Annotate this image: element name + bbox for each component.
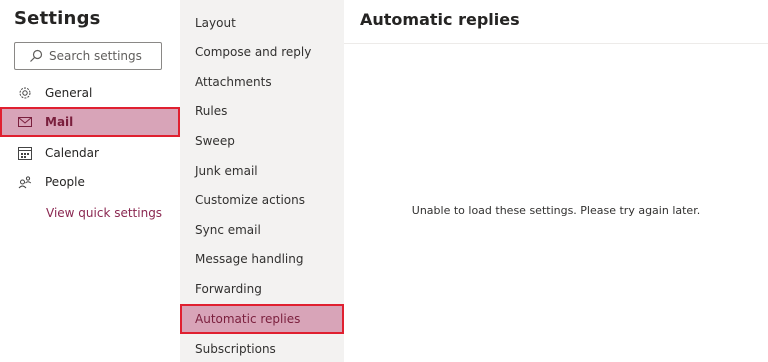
page-title: Automatic replies xyxy=(360,10,520,29)
nav-label-mail: Mail xyxy=(45,115,74,129)
nav-label-calendar: Calendar xyxy=(45,146,99,160)
menu-item-layout[interactable]: Layout xyxy=(180,8,344,38)
nav-item-calendar[interactable]: Calendar xyxy=(0,138,180,168)
menu-label: Customize actions xyxy=(195,193,305,207)
menu-item-customize-actions[interactable]: Customize actions xyxy=(180,185,344,215)
menu-label: Junk email xyxy=(195,164,258,178)
menu-label: Subscriptions xyxy=(195,342,276,356)
menu-label: Message handling xyxy=(195,252,304,266)
content-pane: Automatic replies Unable to load these s… xyxy=(344,0,768,362)
nav-label-general: General xyxy=(45,86,93,100)
menu-label: Attachments xyxy=(195,75,272,89)
menu-item-message-handling[interactable]: Message handling xyxy=(180,244,344,274)
menu-item-sweep[interactable]: Sweep xyxy=(180,126,344,156)
menu-label: Sync email xyxy=(195,223,261,237)
menu-label: Rules xyxy=(195,104,228,118)
nav-label-people: People xyxy=(45,175,85,189)
gear-icon xyxy=(17,85,33,101)
error-message: Unable to load these settings. Please tr… xyxy=(411,204,701,217)
nav-item-people[interactable]: People xyxy=(0,167,180,197)
search-settings-input[interactable]: Search settings xyxy=(14,42,162,70)
people-icon xyxy=(17,174,33,190)
menu-label: Sweep xyxy=(195,134,235,148)
content-header: Automatic replies xyxy=(344,0,768,44)
menu-item-sync-email[interactable]: Sync email xyxy=(180,215,344,245)
menu-item-attachments[interactable]: Attachments xyxy=(180,67,344,97)
menu-item-subscriptions[interactable]: Subscriptions xyxy=(180,334,344,362)
settings-title: Settings xyxy=(14,8,101,29)
menu-item-forwarding[interactable]: Forwarding xyxy=(180,274,344,304)
calendar-icon xyxy=(17,145,33,161)
menu-item-junk-email[interactable]: Junk email xyxy=(180,156,344,186)
menu-label: Compose and reply xyxy=(195,45,312,59)
nav-item-mail[interactable]: Mail xyxy=(0,107,180,137)
menu-item-compose-and-reply[interactable]: Compose and reply xyxy=(180,37,344,67)
nav-item-general[interactable]: General xyxy=(0,78,180,108)
menu-item-automatic-replies[interactable]: Automatic replies xyxy=(180,304,344,334)
search-icon xyxy=(29,49,43,63)
view-quick-settings-link[interactable]: View quick settings xyxy=(46,206,162,220)
menu-label: Layout xyxy=(195,16,236,30)
settings-sidebar: Settings Search settings General Mail Ca… xyxy=(0,0,180,362)
menu-label: Automatic replies xyxy=(195,312,301,326)
mail-icon xyxy=(17,114,33,130)
search-placeholder: Search settings xyxy=(49,49,142,63)
mail-settings-menu: Layout Compose and reply Attachments Rul… xyxy=(180,0,344,362)
menu-item-rules[interactable]: Rules xyxy=(180,96,344,126)
menu-label: Forwarding xyxy=(195,282,262,296)
